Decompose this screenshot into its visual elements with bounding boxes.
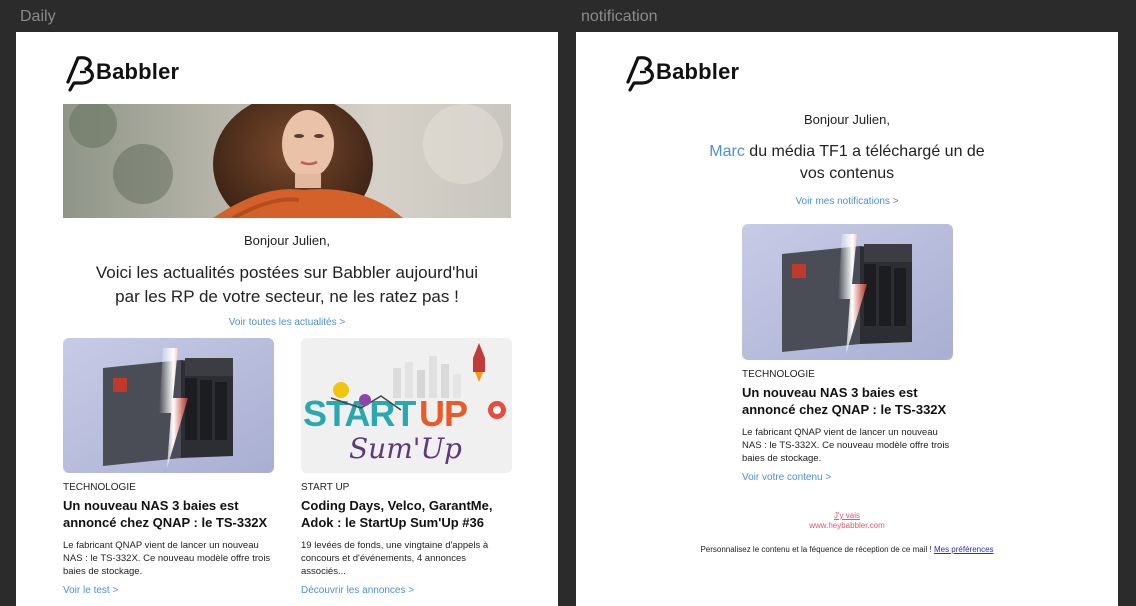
- notif-user-name[interactable]: Marc: [709, 143, 745, 160]
- qnap-nas-image: [742, 224, 953, 360]
- notif-content-card[interactable]: TECHNOLOGIE Un nouveau NAS 3 baies est a…: [742, 224, 953, 465]
- notification-email-artboard: Babbler Bonjour Julien, Marc du média TF…: [576, 32, 1118, 606]
- card-category: TECHNOLOGIE: [742, 369, 815, 380]
- notif-headline-line1: Marc du média TF1 a téléchargé un de: [576, 141, 1118, 163]
- hero-portrait-image: [63, 104, 511, 218]
- notif-headline: Marc du média TF1 a téléchargé un de vos…: [576, 141, 1118, 185]
- news-card-startup[interactable]: START UP Sum'Up START UP Coding Days, Ve…: [301, 338, 512, 578]
- footer-preferences: Personnalisez le contenu et la féquence …: [576, 545, 1118, 554]
- card-link-voir-le-test[interactable]: Voir le test >: [63, 585, 118, 596]
- notifications-link[interactable]: Voir mes notifications >: [795, 196, 898, 207]
- daily-frame-label: Daily: [20, 8, 56, 25]
- daily-headline-line2: par les RP de votre secteur, ne les rate…: [115, 287, 459, 306]
- daily-headline-line1: Voici les actualités postées sur Babbler…: [95, 263, 479, 282]
- notification-frame-label: notification: [581, 8, 658, 25]
- babbler-logo: Babbler: [624, 52, 739, 92]
- all-news-link-wrap: Voir toutes les actualités >: [16, 312, 558, 330]
- view-content-link[interactable]: Voir votre contenu >: [742, 472, 831, 483]
- website-link[interactable]: www.heybabbler.com: [576, 521, 1118, 530]
- qnap-nas-image: [63, 338, 274, 473]
- card-title[interactable]: Coding Days, Velco, GarantMe, Adok : le …: [301, 497, 512, 531]
- svg-text:UP: UP: [419, 393, 467, 434]
- card-category: START UP: [301, 482, 350, 493]
- card-description: Le fabricant QNAP vient de lancer un nou…: [742, 427, 950, 464]
- news-card-qnap[interactable]: TECHNOLOGIE Un nouveau NAS 3 baies est a…: [63, 338, 274, 578]
- startup-sumup-text: Sum'Up: [349, 432, 462, 465]
- go-link[interactable]: J'y vais: [834, 511, 860, 520]
- card-link-decouvrir[interactable]: Découvrir les annonces >: [301, 585, 414, 596]
- card-title[interactable]: Un nouveau NAS 3 baies est annoncé chez …: [742, 384, 953, 418]
- card-category: TECHNOLOGIE: [63, 482, 136, 493]
- notif-headline-rest: du média TF1 a téléchargé un de: [744, 143, 985, 160]
- babbler-logo-icon: [626, 56, 654, 92]
- startup-sumup-image: START UP Sum'Up: [301, 338, 512, 473]
- all-news-link[interactable]: Voir toutes les actualités >: [229, 317, 345, 328]
- card-title[interactable]: Un nouveau NAS 3 baies est annoncé chez …: [63, 497, 274, 531]
- babbler-logo-icon: [66, 56, 94, 92]
- notif-greeting: Bonjour Julien,: [804, 112, 890, 127]
- daily-email-artboard: Babbler Bonjour Julien, Voici les actual…: [16, 32, 558, 606]
- footer-text: Personnalisez le contenu et la féquence …: [700, 545, 932, 554]
- preferences-link[interactable]: Mes préférences: [934, 545, 994, 554]
- daily-headline: Voici les actualités postées sur Babbler…: [16, 261, 558, 309]
- notif-headline-line2: vos contenus: [799, 165, 895, 182]
- babbler-logo-text: Babbler: [656, 59, 740, 84]
- card-description: 19 levées de fonds, une vingtaine d'appe…: [301, 540, 489, 577]
- babbler-logo-text: Babbler: [96, 59, 180, 84]
- babbler-logo: Babbler: [64, 52, 179, 92]
- notifications-link-wrap: Voir mes notifications >: [576, 191, 1118, 209]
- card-description: Le fabricant QNAP vient de lancer un nou…: [63, 540, 271, 577]
- daily-greeting: Bonjour Julien,: [244, 233, 330, 248]
